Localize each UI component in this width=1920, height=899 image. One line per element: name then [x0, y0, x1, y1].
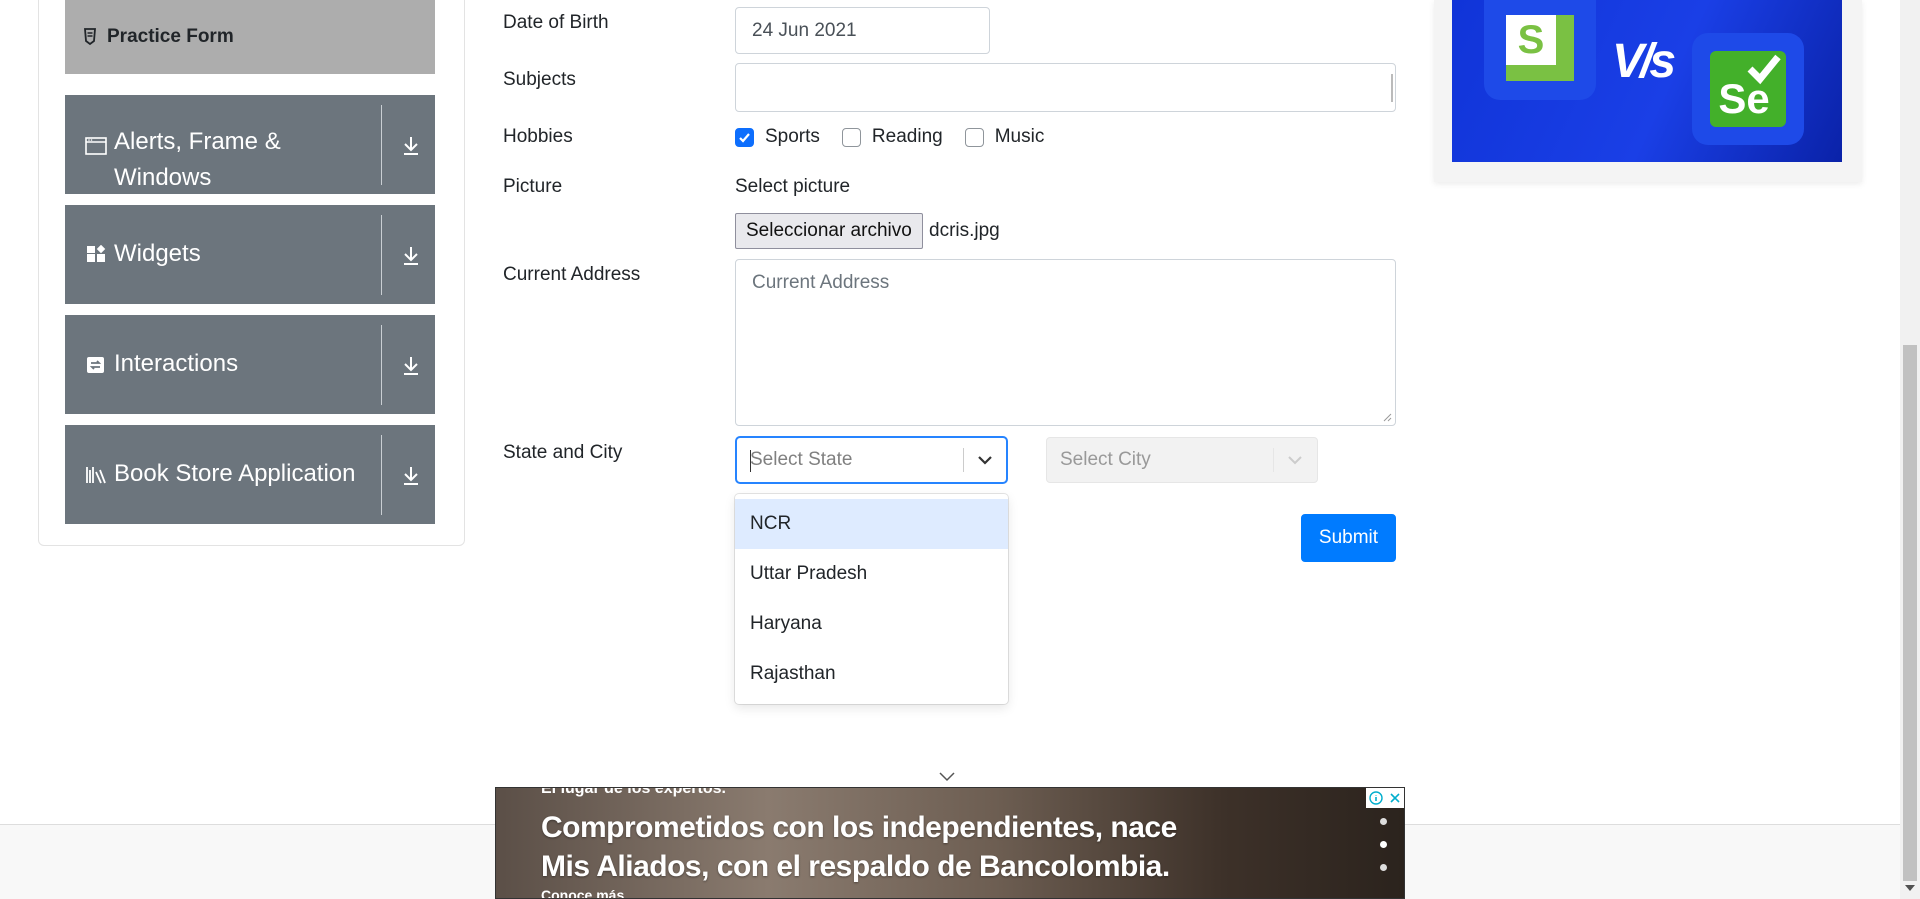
sidebar-group-label: Book Store Application: [114, 460, 356, 487]
state-option-rajasthan[interactable]: Rajasthan: [735, 649, 1008, 699]
divider: [381, 325, 382, 405]
carousel-dot[interactable]: [1380, 841, 1387, 848]
subjects-label: Subjects: [503, 69, 576, 90]
sidebar-group-label: Alerts, Frame & Windows: [114, 128, 281, 191]
chevron-down-icon: [1285, 450, 1305, 470]
divider: [381, 105, 382, 185]
ad-collapse-chevron-icon[interactable]: [937, 770, 957, 784]
hobbies-group: Sports Reading Music: [735, 126, 1066, 148]
ad-controls: [1366, 788, 1404, 808]
download-arrow-icon[interactable]: [399, 353, 423, 377]
state-option-uttar-pradesh[interactable]: Uttar Pradesh: [735, 549, 1008, 599]
form-icon: [83, 28, 97, 46]
resize-grip-icon[interactable]: [1382, 412, 1392, 422]
books-icon: [85, 465, 107, 485]
city-placeholder: Select City: [1060, 449, 1151, 470]
selenium-logo-icon: Se: [1710, 51, 1786, 127]
sidebar-item-label: Practice Form: [107, 26, 234, 47]
reading-checkbox[interactable]: [841, 127, 861, 147]
svg-text:S: S: [1518, 18, 1545, 62]
sports-label: Sports: [765, 126, 820, 147]
sidebar-group-label: Interactions: [114, 350, 239, 377]
indicator-separator: [963, 448, 964, 472]
sidebar-group-book-store[interactable]: Book Store Application: [65, 425, 435, 524]
advertisement[interactable]: El lugar de los expertos. Comprometidos …: [495, 787, 1405, 899]
state-city-label: State and City: [503, 442, 623, 463]
sports-checkbox[interactable]: [735, 127, 754, 147]
ad-headline-line-1: Comprometidos con los independientes, na…: [541, 811, 1177, 844]
hobbies-label: Hobbies: [503, 126, 573, 147]
ad-carousel-dots: [1380, 818, 1388, 887]
download-arrow-icon[interactable]: [399, 133, 423, 157]
sidebar-item-practice-form[interactable]: Practice Form: [65, 0, 435, 74]
close-icon[interactable]: [1389, 792, 1401, 804]
address-placeholder: Current Address: [752, 272, 890, 293]
sidebar-group-widgets[interactable]: Widgets: [65, 205, 435, 304]
vs-text: V/s: [1612, 35, 1676, 88]
picture-label: Picture: [503, 176, 563, 197]
sidebar-group-alerts[interactable]: Alerts, Frame & Windows: [65, 95, 435, 194]
ad-more-link[interactable]: Conoce más: [541, 887, 624, 898]
sidebar-group-label: Widgets: [114, 240, 201, 267]
ad-headline: Comprometidos con los independientes, na…: [541, 808, 1177, 886]
submit-button[interactable]: Submit: [1301, 514, 1396, 562]
sidebar-group-interactions[interactable]: Interactions: [65, 315, 435, 414]
state-option-ncr[interactable]: NCR: [735, 499, 1008, 549]
state-option-haryana[interactable]: Haryana: [735, 599, 1008, 649]
carousel-dot[interactable]: [1380, 864, 1387, 871]
reading-label: Reading: [871, 126, 943, 147]
state-select[interactable]: Select State: [735, 436, 1008, 484]
music-checkbox[interactable]: [964, 127, 984, 147]
katalon-logo-icon: S: [1506, 15, 1574, 81]
widgets-icon: [85, 244, 107, 265]
state-dropdown-menu: NCR Uttar Pradesh Haryana Rajasthan: [735, 494, 1008, 704]
current-address-textarea[interactable]: Current Address: [735, 259, 1396, 426]
input-caret: [1391, 74, 1393, 102]
ad-tagline: El lugar de los expertos.: [541, 787, 726, 797]
page-scrollbar[interactable]: [1900, 0, 1920, 899]
dob-input[interactable]: 24 Jun 2021: [735, 7, 990, 54]
file-name: dcris.jpg: [929, 220, 1000, 241]
interactions-icon: [85, 355, 107, 375]
download-arrow-icon[interactable]: [399, 463, 423, 487]
katalon-logo-tile: S: [1484, 0, 1596, 100]
hobby-music[interactable]: Music: [964, 126, 1045, 148]
divider: [381, 215, 382, 295]
state-placeholder: Select State: [750, 449, 853, 470]
katalon-vs-selenium-banner[interactable]: S V/s Se: [1452, 0, 1842, 162]
carousel-dot[interactable]: [1380, 818, 1387, 825]
chevron-down-icon[interactable]: [975, 450, 995, 470]
city-select[interactable]: Select City: [1046, 437, 1318, 483]
hobby-reading[interactable]: Reading: [841, 126, 943, 148]
scroll-down-arrow-icon[interactable]: [1905, 885, 1915, 891]
indicator-separator: [1273, 448, 1274, 472]
subjects-input[interactable]: [735, 63, 1396, 112]
music-label: Music: [994, 126, 1045, 147]
selenium-logo-tile: Se: [1692, 33, 1804, 145]
picture-hint: Select picture: [735, 176, 851, 197]
info-icon[interactable]: [1369, 791, 1383, 805]
choose-file-button[interactable]: Seleccionar archivo: [735, 213, 923, 249]
window-icon: [85, 136, 107, 156]
dob-label: Date of Birth: [503, 12, 609, 33]
download-arrow-icon[interactable]: [399, 243, 423, 267]
divider: [381, 435, 382, 515]
ad-headline-line-2: Mis Aliados, con el respaldo de Bancolom…: [541, 850, 1170, 883]
scrollbar-thumb[interactable]: [1903, 345, 1917, 881]
text-caret: [750, 450, 751, 472]
checkmark-icon: [739, 132, 750, 143]
hobby-sports[interactable]: Sports: [735, 126, 820, 148]
address-label: Current Address: [503, 264, 641, 285]
